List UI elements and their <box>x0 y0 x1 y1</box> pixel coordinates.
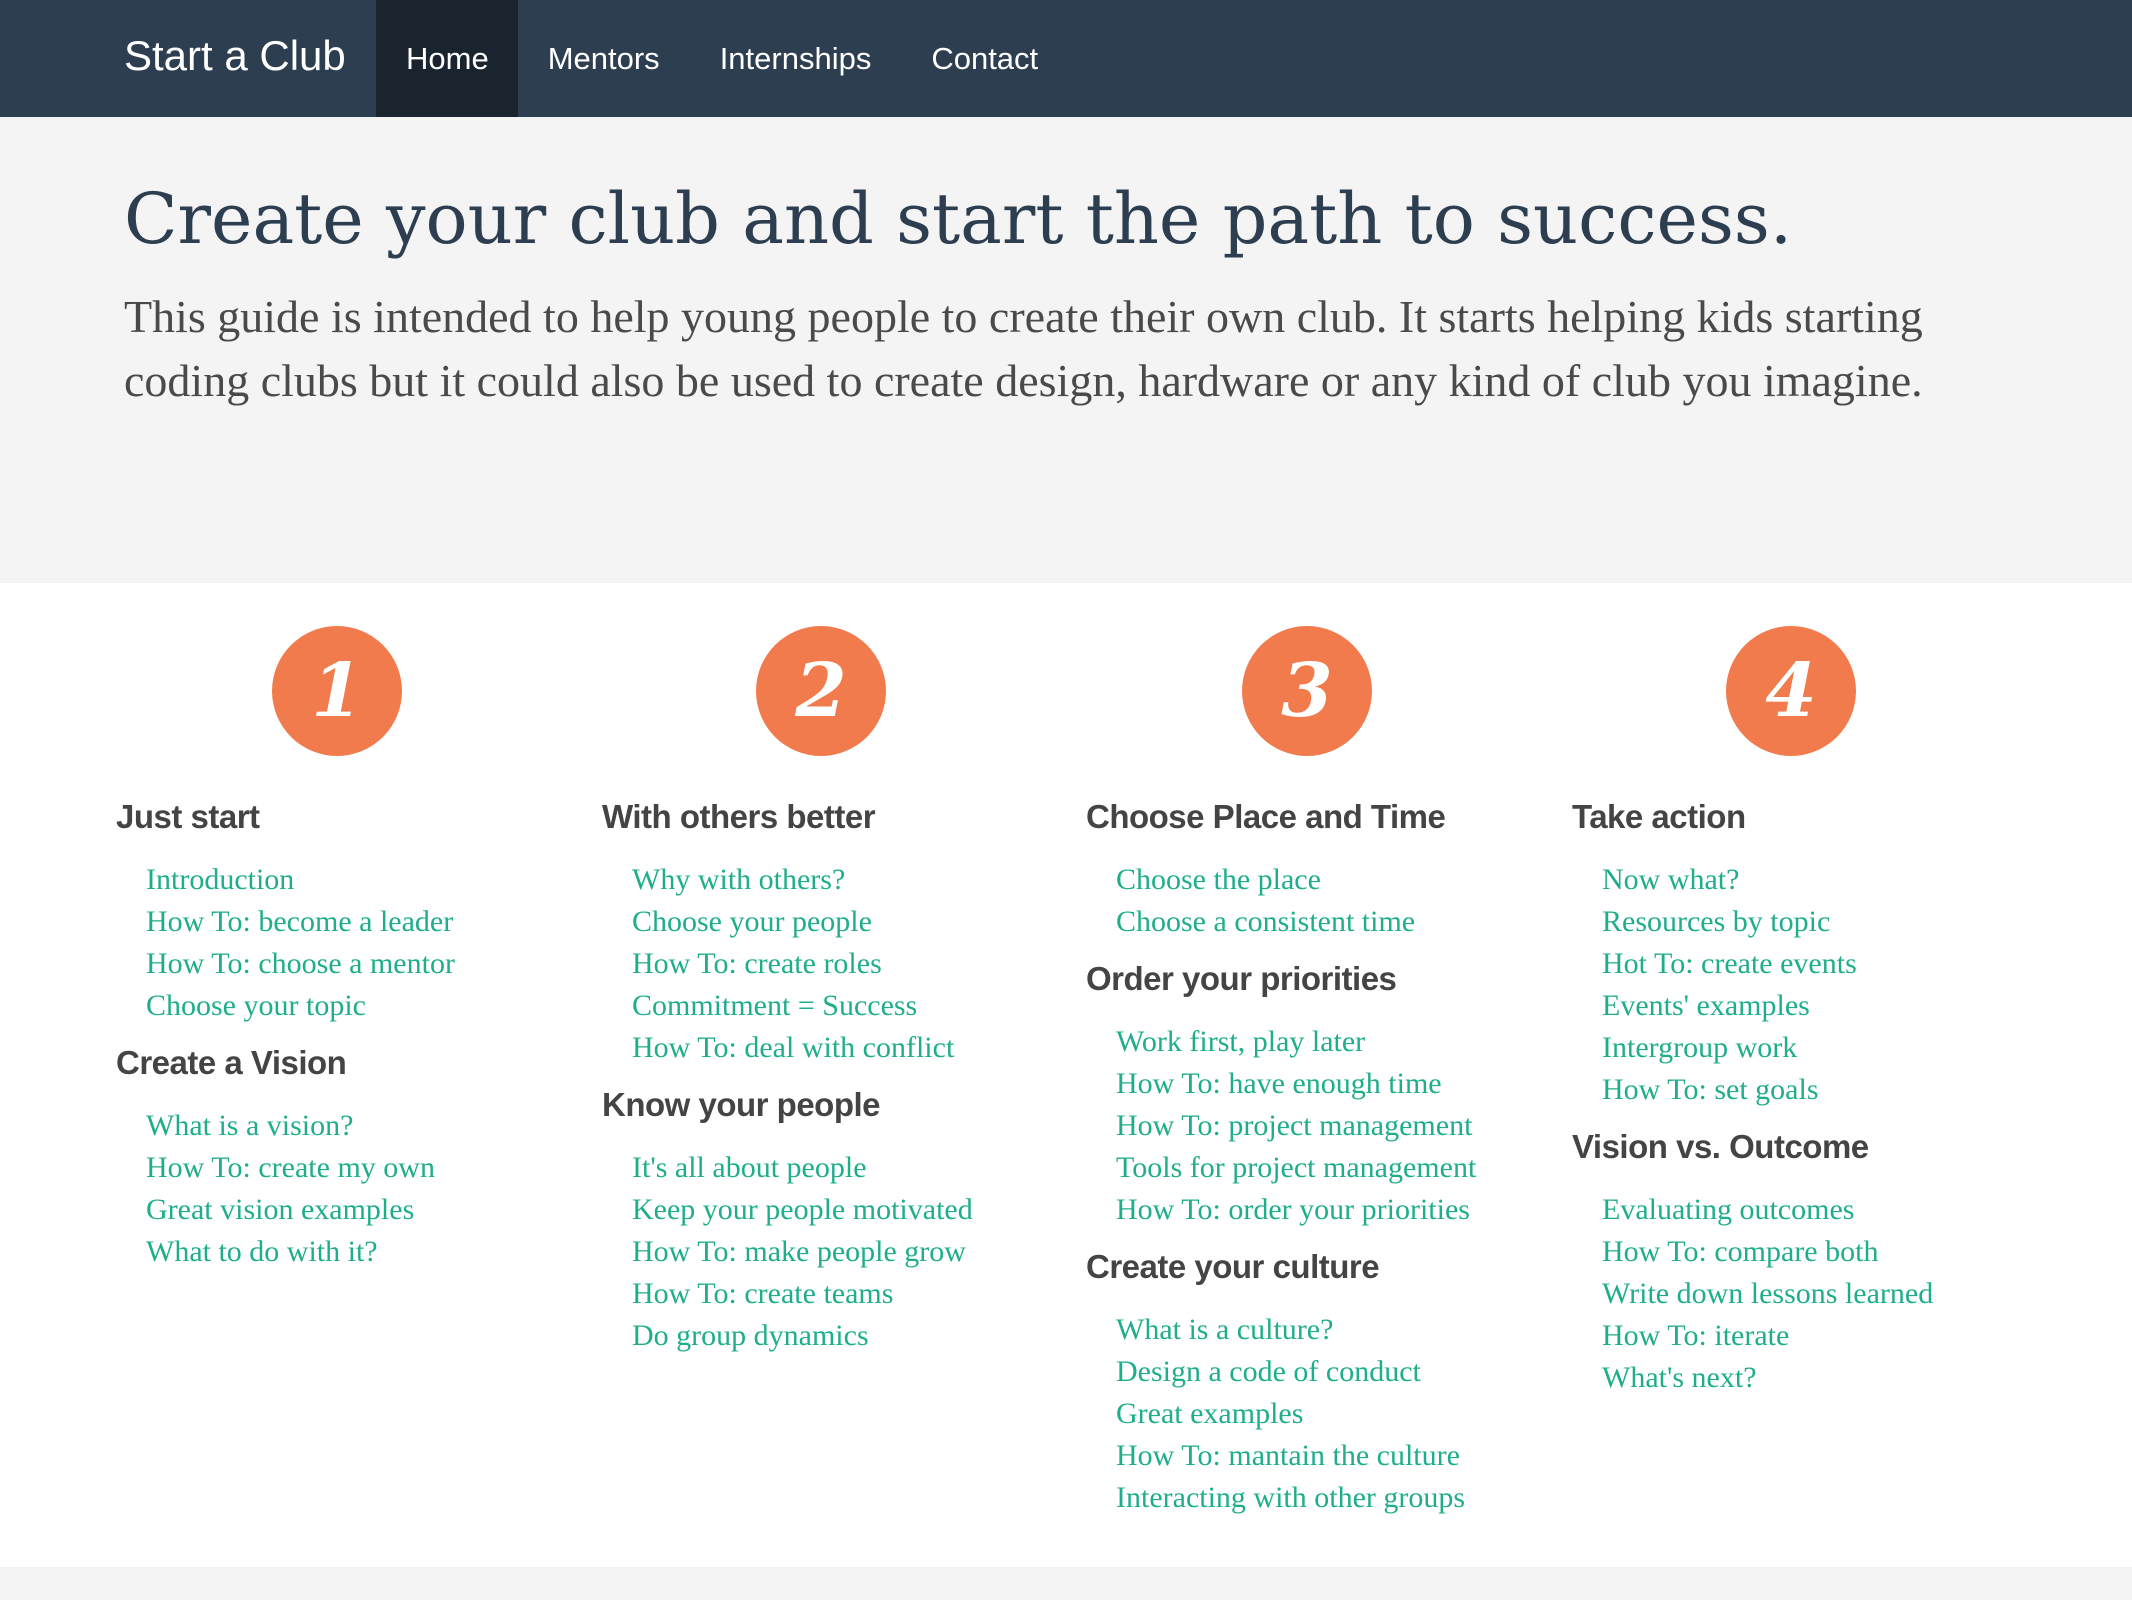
step-number-badge: 4 <box>1726 626 1856 756</box>
section-link-list: Introduction How To: become a leader How… <box>116 859 455 1027</box>
section-link-list: Now what? Resources by topic Hot To: cre… <box>1572 859 1857 1111</box>
section-link[interactable]: How To: make people grow <box>632 1231 973 1273</box>
section-link[interactable]: How To: become a leader <box>146 901 455 943</box>
section-link[interactable]: Choose your people <box>632 901 954 943</box>
section-title: Take action <box>1572 798 1746 835</box>
nav-item-contact[interactable]: Contact <box>901 0 1068 117</box>
steps-section: 1 Just start Introduction How To: become… <box>0 583 2132 1567</box>
navbar: Start a Club Home Mentors Internships Co… <box>0 0 2132 117</box>
section-link[interactable]: How To: have enough time <box>1116 1063 1476 1105</box>
brand-logo-link[interactable]: Start a Club <box>124 0 346 117</box>
section-link-list: Evaluating outcomes How To: compare both… <box>1572 1189 1933 1399</box>
footer-strip <box>0 1567 2132 1600</box>
section-link[interactable]: Great vision examples <box>146 1189 435 1231</box>
section-group: Create your culture What is a culture? D… <box>1086 1247 1465 1519</box>
hero-description: This guide is intended to help young peo… <box>124 291 1923 406</box>
section-link[interactable]: Interacting with other groups <box>1116 1477 1465 1519</box>
section-title: With others better <box>602 798 876 835</box>
section-link[interactable]: How To: choose a mentor <box>146 943 455 985</box>
section-title: Vision vs. Outcome <box>1572 1128 1869 1165</box>
section-title: Create your culture <box>1086 1248 1380 1285</box>
nav-item-internships[interactable]: Internships <box>690 0 902 117</box>
section-link[interactable]: How To: create teams <box>632 1273 973 1315</box>
step-number-badge: 1 <box>272 626 402 756</box>
section-link[interactable]: What to do with it? <box>146 1231 435 1273</box>
section-link[interactable]: Great examples <box>1116 1393 1465 1435</box>
section-link[interactable]: How To: mantain the culture <box>1116 1435 1465 1477</box>
section-title: Create a Vision <box>116 1044 347 1081</box>
section-link[interactable]: Resources by topic <box>1602 901 1857 943</box>
section-link-list: What is a culture? Design a code of cond… <box>1086 1309 1465 1519</box>
section-link-list: What is a vision? How To: create my own … <box>116 1105 435 1273</box>
section-title: Order your priorities <box>1086 960 1397 997</box>
section-link[interactable]: Work first, play later <box>1116 1021 1476 1063</box>
section-link[interactable]: Hot To: create events <box>1602 943 1857 985</box>
section-link-list: It's all about people Keep your people m… <box>602 1147 973 1357</box>
section-link[interactable]: Choose the place <box>1116 859 1445 901</box>
section-link[interactable]: Do group dynamics <box>632 1315 973 1357</box>
section-link[interactable]: How To: create my own <box>146 1147 435 1189</box>
hero-section: Create your club and start the path to s… <box>0 117 2132 583</box>
section-link-list: Why with others? Choose your people How … <box>602 859 954 1069</box>
section-link[interactable]: What is a vision? <box>146 1105 435 1147</box>
section-group: Take action Now what? Resources by topic… <box>1572 797 1857 1111</box>
section-link[interactable]: How To: order your priorities <box>1116 1189 1476 1231</box>
page-title: Create your club and start the path to s… <box>124 178 1793 260</box>
section-link[interactable]: How To: iterate <box>1602 1315 1933 1357</box>
step-number-badge: 2 <box>756 626 886 756</box>
section-group: Know your people It's all about people K… <box>602 1085 973 1357</box>
section-link[interactable]: What's next? <box>1602 1357 1933 1399</box>
nav-menu: Home Mentors Internships Contact <box>376 0 1068 117</box>
section-link[interactable]: How To: create roles <box>632 943 954 985</box>
section-group: Choose Place and Time Choose the place C… <box>1086 797 1446 943</box>
section-link[interactable]: How To: project management <box>1116 1105 1476 1147</box>
nav-item-home[interactable]: Home <box>376 0 518 117</box>
section-title: Know your people <box>602 1086 881 1123</box>
section-link[interactable]: Now what? <box>1602 859 1857 901</box>
section-link[interactable]: Tools for project management <box>1116 1147 1476 1189</box>
section-link[interactable]: How To: deal with conflict <box>632 1027 954 1069</box>
section-link[interactable]: Why with others? <box>632 859 954 901</box>
section-link[interactable]: Choose a consistent time <box>1116 901 1445 943</box>
section-group: Vision vs. Outcome Evaluating outcomes H… <box>1572 1127 1933 1399</box>
section-group: Just start Introduction How To: become a… <box>116 797 455 1027</box>
section-link[interactable]: Write down lessons learned <box>1602 1273 1933 1315</box>
nav-item-mentors[interactable]: Mentors <box>518 0 690 117</box>
section-link[interactable]: Evaluating outcomes <box>1602 1189 1933 1231</box>
section-title: Choose Place and Time <box>1086 798 1446 835</box>
section-link[interactable]: How To: set goals <box>1602 1069 1857 1111</box>
section-group: Create a Vision What is a vision? How To… <box>116 1043 435 1273</box>
section-link-list: Choose the place Choose a consistent tim… <box>1086 859 1445 943</box>
section-title: Just start <box>116 798 260 835</box>
section-link[interactable]: How To: compare both <box>1602 1231 1933 1273</box>
section-group: With others better Why with others? Choo… <box>602 797 954 1069</box>
section-link[interactable]: Commitment = Success <box>632 985 954 1027</box>
section-link[interactable]: Introduction <box>146 859 455 901</box>
section-group: Order your priorities Work first, play l… <box>1086 959 1476 1231</box>
step-number-badge: 3 <box>1242 626 1372 756</box>
section-link[interactable]: Events' examples <box>1602 985 1857 1027</box>
section-link[interactable]: Design a code of conduct <box>1116 1351 1465 1393</box>
section-link[interactable]: Choose your topic <box>146 985 455 1027</box>
section-link[interactable]: Keep your people motivated <box>632 1189 973 1231</box>
section-link-list: Work first, play later How To: have enou… <box>1086 1021 1476 1231</box>
section-link[interactable]: It's all about people <box>632 1147 973 1189</box>
section-link[interactable]: Intergroup work <box>1602 1027 1857 1069</box>
section-link[interactable]: What is a culture? <box>1116 1309 1465 1351</box>
